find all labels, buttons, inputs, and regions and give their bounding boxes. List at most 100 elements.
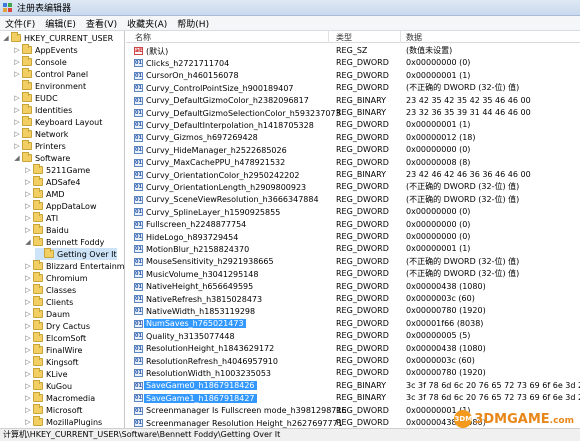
registry-value-row[interactable]: 011NativeRefresh_h3815028473 REG_DWORD 0x0… [126,293,580,305]
registry-value-row[interactable]: 011Quality_h3135077448 REG_DWORD 0x0000000… [126,330,580,342]
collapsed-arrow-icon[interactable]: ▷ [13,118,21,126]
collapsed-arrow-icon[interactable]: ▷ [24,262,32,270]
collapsed-arrow-icon[interactable]: ▷ [13,106,21,114]
menu-edit[interactable]: 编辑(E) [40,17,81,30]
tree-item[interactable]: ▷ MozillaPlugins [24,416,102,428]
registry-value-row[interactable]: 011ResolutionWidth_h1003235053 REG_DWORD 0… [126,367,580,379]
menu-file[interactable]: 文件(F) [0,17,40,30]
expanded-arrow-icon[interactable]: ◢ [13,154,21,162]
tree-item[interactable]: ◢ Bennett Foddy [24,236,104,248]
registry-value-row[interactable]: 011MusicVolume_h3041295148 REG_DWORD (不正确的… [126,268,580,280]
registry-value-row[interactable]: 011Curvy_DefaultInterpolation_h141870532… [126,119,580,131]
registry-value-row[interactable]: 011HideLogo_h893729454 REG_DWORD 0x0000000… [126,231,580,243]
tree-item[interactable]: ▷ Macromedia [24,392,95,404]
collapsed-arrow-icon[interactable]: ▷ [24,178,32,186]
menu-favorites[interactable]: 收藏夹(A) [122,17,172,30]
registry-value-row[interactable]: 011Curvy_OrientationLength_h2909800923 RE… [126,181,580,193]
tree-item[interactable]: ▷ KuGou [24,380,72,392]
tree-item[interactable]: ▷ AppDataLow [24,200,96,212]
registry-value-row[interactable]: 011NativeWidth_h1853119298 REG_DWORD 0x000… [126,305,580,317]
expanded-arrow-icon[interactable]: ◢ [2,34,10,42]
tree-item[interactable]: ▷ AppEvents [13,44,78,56]
registry-value-row[interactable]: 011Curvy_SceneViewResolution_h3666347884… [126,194,580,206]
tree-item[interactable]: ▷ Daum [24,308,70,320]
column-type-header[interactable]: 类型 [336,32,352,43]
registry-value-row[interactable]: 011SaveGame1_h1867918427 REG_BINARY 3c 3f … [126,392,580,404]
tree-item[interactable]: ▷ 5211Game [24,164,90,176]
tree-item[interactable]: ▷ ElcomSoft [24,332,86,344]
tree-item[interactable]: ▷ ATI [24,212,58,224]
tree-item[interactable]: ▷ ADSafe4 [24,176,80,188]
registry-value-row[interactable]: 011Curvy_SplineLayer_h1590925855 REG_DWOR… [126,206,580,218]
tree-item[interactable]: ▷ Keyboard Layout [13,116,102,128]
registry-value-row[interactable]: 011Curvy_HideManager_h2522685026 REG_DWOR… [126,144,580,156]
registry-value-row[interactable]: 011Clicks_h2721711704 REG_DWORD 0x00000000… [126,57,580,69]
tree-item[interactable]: ▷ FinalWire [24,344,82,356]
registry-value-row[interactable]: 011ResolutionRefresh_h4046957910 REG_DWOR… [126,355,580,367]
tree-item[interactable]: ▷ KLive [24,368,68,380]
tree-item[interactable]: ▷ Identities [13,104,72,116]
registry-value-row[interactable]: 011Curvy_MaxCachePPU_h478921532 REG_DWORD… [126,157,580,169]
tree-item[interactable]: ▷ Classes [24,284,76,296]
registry-values-pane[interactable]: 名称 类型 数据 ab(默认)REG_SZ(数值未设置)011Clicks_h2… [126,31,580,428]
collapsed-arrow-icon[interactable]: ▷ [24,286,32,294]
collapsed-arrow-icon[interactable]: ▷ [24,310,32,318]
collapsed-arrow-icon[interactable]: ▷ [24,166,32,174]
tree-item[interactable]: ▷ Console [13,56,67,68]
tree-item[interactable]: ▷ Kingsoft [24,356,79,368]
expanded-arrow-icon[interactable]: ◢ [24,238,32,246]
registry-value-row[interactable]: ab (默认) REG_SZ (数值未设置) [126,45,580,57]
collapsed-arrow-icon[interactable]: ▷ [24,418,32,426]
collapsed-arrow-icon[interactable]: ▷ [13,94,21,102]
tree-item[interactable]: ▷ EUDC [13,92,58,104]
collapsed-arrow-icon[interactable]: ▷ [24,274,32,282]
registry-value-row[interactable]: 011Fullscreen_h2248877754 REG_DWORD 0x0000… [126,219,580,231]
registry-value-row[interactable]: 011Curvy_DefaultGizmoColor_h2382096817 RE… [126,95,580,107]
tree-item[interactable]: ▷ AMD [24,188,65,200]
collapsed-arrow-icon[interactable]: ▷ [24,298,32,306]
collapsed-arrow-icon[interactable]: ▷ [24,226,32,234]
tree-item[interactable]: Getting Over It [35,248,117,260]
tree-item[interactable]: ▷ Blizzard Entertainmen [24,260,124,272]
registry-value-row[interactable]: 011NumSaves_h765021473 REG_DWORD 0x00001f6… [126,318,580,330]
registry-value-row[interactable]: 011MotionBlur_h2158824370 REG_DWORD 0x0000… [126,243,580,255]
collapsed-arrow-icon[interactable]: ▷ [24,358,32,366]
tree-item[interactable]: ▷ Control Panel [13,68,88,80]
registry-value-row[interactable]: 011Curvy_Gizmos_h697269428 REG_DWORD 0x000… [126,132,580,144]
registry-value-row[interactable]: 011Curvy_OrientationColor_h2950242202 REG… [126,169,580,181]
registry-value-row[interactable]: 011CursorOn_h460156078 REG_DWORD 0x0000000… [126,70,580,82]
tree-item[interactable]: ▷ Network [13,128,68,140]
tree-item[interactable]: ◢ Software [13,152,70,164]
registry-value-row[interactable]: 011Curvy_ControlPointSize_h900189407 REG_… [126,82,580,94]
tree-item[interactable]: ▷ Printers [13,140,66,152]
column-name-header[interactable]: 名称 [135,32,151,43]
tree-item[interactable]: ▷ Clients [24,296,73,308]
tree-item[interactable]: ◢ HKEY_CURRENT_USER [2,32,113,44]
collapsed-arrow-icon[interactable]: ▷ [13,130,21,138]
registry-tree-pane[interactable]: ◢ HKEY_CURRENT_USER ▷ AppEvents ▷ Console ▷ Con… [0,31,125,428]
collapsed-arrow-icon[interactable]: ▷ [24,382,32,390]
tree-item[interactable]: ▷ Dry Cactus [24,320,90,332]
collapsed-arrow-icon[interactable]: ▷ [24,322,32,330]
registry-value-row[interactable]: 011ResolutionHeight_h1843629172 REG_DWORD… [126,343,580,355]
registry-value-row[interactable]: 011MouseSensitivity_h2921938665 REG_DWORD… [126,256,580,268]
registry-value-row[interactable]: 011Curvy_DefaultGizmoSelectionColor_h593… [126,107,580,119]
tree-item[interactable]: Environment [13,80,86,92]
tree-item[interactable]: ▷ Chromium [24,272,88,284]
menu-view[interactable]: 查看(V) [81,17,122,30]
collapsed-arrow-icon[interactable]: ▷ [13,46,21,54]
collapsed-arrow-icon[interactable]: ▷ [24,214,32,222]
registry-value-row[interactable]: 011NativeHeight_h656649595 REG_DWORD 0x000… [126,281,580,293]
column-data-header[interactable]: 数据 [406,32,422,43]
menu-help[interactable]: 帮助(H) [172,17,214,30]
collapsed-arrow-icon[interactable]: ▷ [24,202,32,210]
collapsed-arrow-icon[interactable]: ▷ [24,190,32,198]
collapsed-arrow-icon[interactable]: ▷ [24,394,32,402]
tree-item[interactable]: ▷ Baidu [24,224,69,236]
collapsed-arrow-icon[interactable]: ▷ [13,70,21,78]
collapsed-arrow-icon[interactable]: ▷ [24,346,32,354]
collapsed-arrow-icon[interactable]: ▷ [24,370,32,378]
collapsed-arrow-icon[interactable]: ▷ [24,406,32,414]
tree-item[interactable]: ▷ Microsoft [24,404,82,416]
collapsed-arrow-icon[interactable]: ▷ [13,142,21,150]
